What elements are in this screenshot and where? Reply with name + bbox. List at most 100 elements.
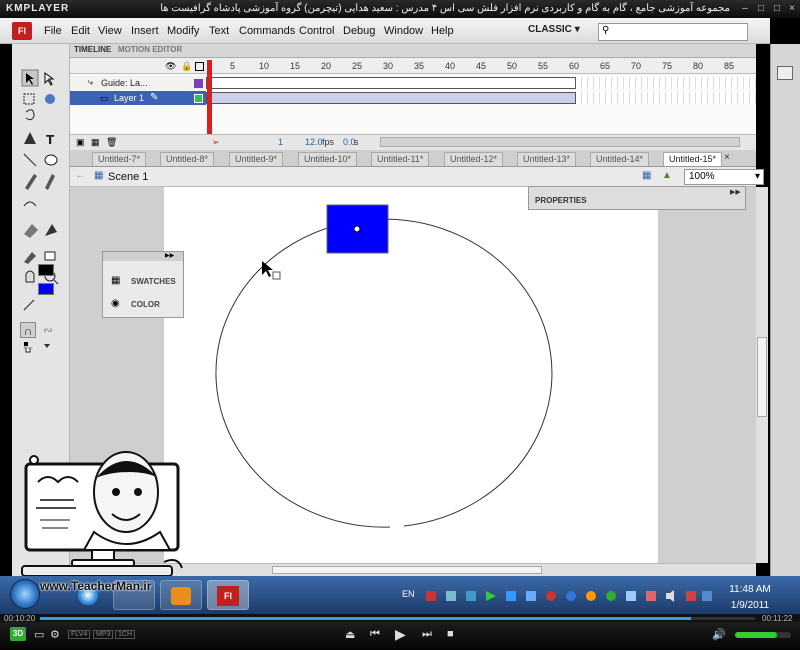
scroll-thumb[interactable] — [757, 337, 767, 417]
workspace-switcher[interactable]: CLASSIC ▾ — [528, 24, 588, 40]
volume-level — [735, 632, 777, 638]
color-label[interactable]: COLOR — [131, 300, 160, 309]
doc-tab[interactable]: Untitled-10* — [298, 152, 358, 166]
start-button[interactable] — [10, 579, 40, 609]
doc-tab[interactable]: Untitled-13* — [517, 152, 577, 166]
menu-window[interactable]: Window — [384, 25, 423, 37]
edit-scene-icon[interactable]: ▦ — [642, 170, 651, 181]
zoom-select[interactable]: 100% ▾ — [684, 169, 764, 185]
tab-motion-editor[interactable]: MOTION EDITOR — [118, 45, 182, 54]
doc-tab[interactable]: Untitled-14* — [590, 152, 650, 166]
empty-frames[interactable] — [576, 77, 756, 89]
layer-name[interactable]: Guide: La... — [101, 78, 148, 88]
stage[interactable] — [164, 187, 658, 563]
doc-tab[interactable]: Untitled-12* — [444, 152, 504, 166]
menu-text[interactable]: Text — [209, 25, 229, 37]
playhead[interactable] — [207, 60, 212, 135]
empty-frames[interactable] — [576, 92, 756, 104]
restore-icon[interactable]: □ — [770, 2, 784, 16]
new-layer-icon[interactable]: ▣ — [76, 137, 85, 148]
codec-badge: FLV4 — [68, 630, 91, 639]
smooth-icon[interactable]: ∾ — [40, 322, 56, 338]
eject-icon[interactable]: ⏏ — [345, 628, 355, 641]
close-tab-icon[interactable]: × — [724, 152, 730, 163]
play-icon[interactable]: ▶ — [395, 626, 406, 643]
layer-name[interactable]: Layer 1 — [114, 93, 144, 103]
language-indicator[interactable]: EN — [402, 589, 415, 599]
doc-tab[interactable]: Untitled-8* — [160, 152, 215, 166]
frame-number: 40 — [445, 61, 456, 71]
minimize-icon[interactable]: – — [738, 2, 752, 16]
seek-bar[interactable] — [0, 614, 800, 622]
next-icon[interactable]: ⏭ — [422, 628, 432, 641]
collapse-icon[interactable]: ▶▶ — [730, 188, 741, 196]
properties-title[interactable]: PROPERTIES — [535, 196, 587, 205]
edit-bar — [70, 167, 756, 187]
layer-color-swatch[interactable] — [194, 94, 203, 103]
menu-commands[interactable]: Commands — [239, 25, 295, 37]
frame-number: 35 — [414, 61, 425, 71]
volume-slider[interactable] — [735, 632, 791, 638]
chevron-down-icon: ▾ — [754, 171, 760, 182]
center-frame-icon[interactable]: ➢ — [212, 137, 220, 148]
fps-value[interactable]: 12.0 — [305, 137, 323, 147]
right-dock — [770, 44, 800, 576]
taskbar-flash[interactable]: Fl — [207, 580, 249, 610]
cursor-square — [272, 271, 281, 280]
gear-icon[interactable]: ⚙ — [50, 628, 60, 641]
menu-debug[interactable]: Debug — [343, 25, 375, 37]
menu-edit[interactable]: Edit — [71, 25, 90, 37]
help-search-input[interactable]: ⚲ — [598, 23, 748, 41]
frame-number: 30 — [383, 61, 394, 71]
snap-to-objects-icon[interactable]: ∩ — [20, 322, 36, 338]
scroll-thumb[interactable] — [272, 566, 542, 574]
doc-tab[interactable]: Untitled-9* — [229, 152, 284, 166]
3d-icon[interactable]: 3D — [10, 627, 26, 641]
stroke-color-swatch[interactable] — [38, 264, 54, 276]
scene-icon: ▦ — [94, 170, 104, 181]
delete-icon[interactable]: 🗑 — [106, 137, 117, 148]
menu-control[interactable]: Control — [299, 25, 334, 37]
frame-number: 15 — [290, 61, 301, 71]
cursor-icon — [262, 261, 273, 277]
frame-span-guide[interactable] — [206, 77, 576, 89]
previous-icon[interactable]: ⏮ — [370, 628, 380, 641]
menu-view[interactable]: View — [98, 25, 122, 37]
screen-icon[interactable]: ▭ — [34, 628, 44, 641]
menu-modify[interactable]: Modify — [167, 25, 199, 37]
taskbar-media[interactable] — [160, 580, 202, 610]
layer-color-swatch[interactable] — [194, 79, 203, 88]
lock-icon[interactable]: 🔒 — [181, 61, 192, 72]
frame-span-layer-1[interactable] — [206, 92, 576, 104]
swatches-label[interactable]: SWATCHES — [131, 277, 176, 286]
maximize-icon[interactable]: □ — [754, 2, 768, 16]
doc-tab[interactable]: Untitled-11* — [371, 152, 430, 166]
menu-insert[interactable]: Insert — [131, 25, 159, 37]
tray-icons[interactable] — [424, 588, 714, 604]
taskbar-clock[interactable]: 11:48 AM 1/9/2011 — [724, 584, 776, 612]
stop-icon[interactable]: ■ — [447, 628, 454, 640]
doc-tab[interactable]: Untitled-7* — [92, 152, 147, 166]
scene-name[interactable]: Scene 1 — [108, 171, 148, 183]
color-icon: ◉ — [111, 298, 120, 309]
eye-icon[interactable]: 👁 — [165, 61, 176, 72]
library-icon[interactable] — [777, 66, 793, 80]
volume-icon[interactable]: 🔊 — [712, 628, 726, 641]
fill-color-swatch[interactable] — [38, 283, 54, 295]
timeline-scrollbar[interactable] — [380, 137, 740, 147]
straighten-icon[interactable]: ↼ — [20, 340, 36, 356]
menu-help[interactable]: Help — [431, 25, 454, 37]
menu-file[interactable]: File — [44, 25, 62, 37]
close-icon[interactable]: × — [785, 2, 799, 16]
edit-symbols-icon[interactable]: ▲ — [662, 170, 672, 181]
collapse-icon[interactable]: ▶▶ — [165, 252, 174, 259]
outline-icon[interactable] — [195, 62, 204, 71]
fps-unit: fps — [322, 137, 335, 147]
doc-tab-active[interactable]: Untitled-15* — [663, 152, 723, 166]
back-arrow-icon[interactable]: ← — [75, 170, 85, 181]
vertical-scrollbar[interactable] — [756, 187, 768, 563]
tab-timeline[interactable]: TIMELINE — [74, 45, 111, 54]
player-logo: KMPLAYER — [6, 3, 70, 14]
new-folder-icon[interactable]: ▦ — [91, 137, 100, 148]
current-frame[interactable]: 1 — [278, 137, 283, 147]
